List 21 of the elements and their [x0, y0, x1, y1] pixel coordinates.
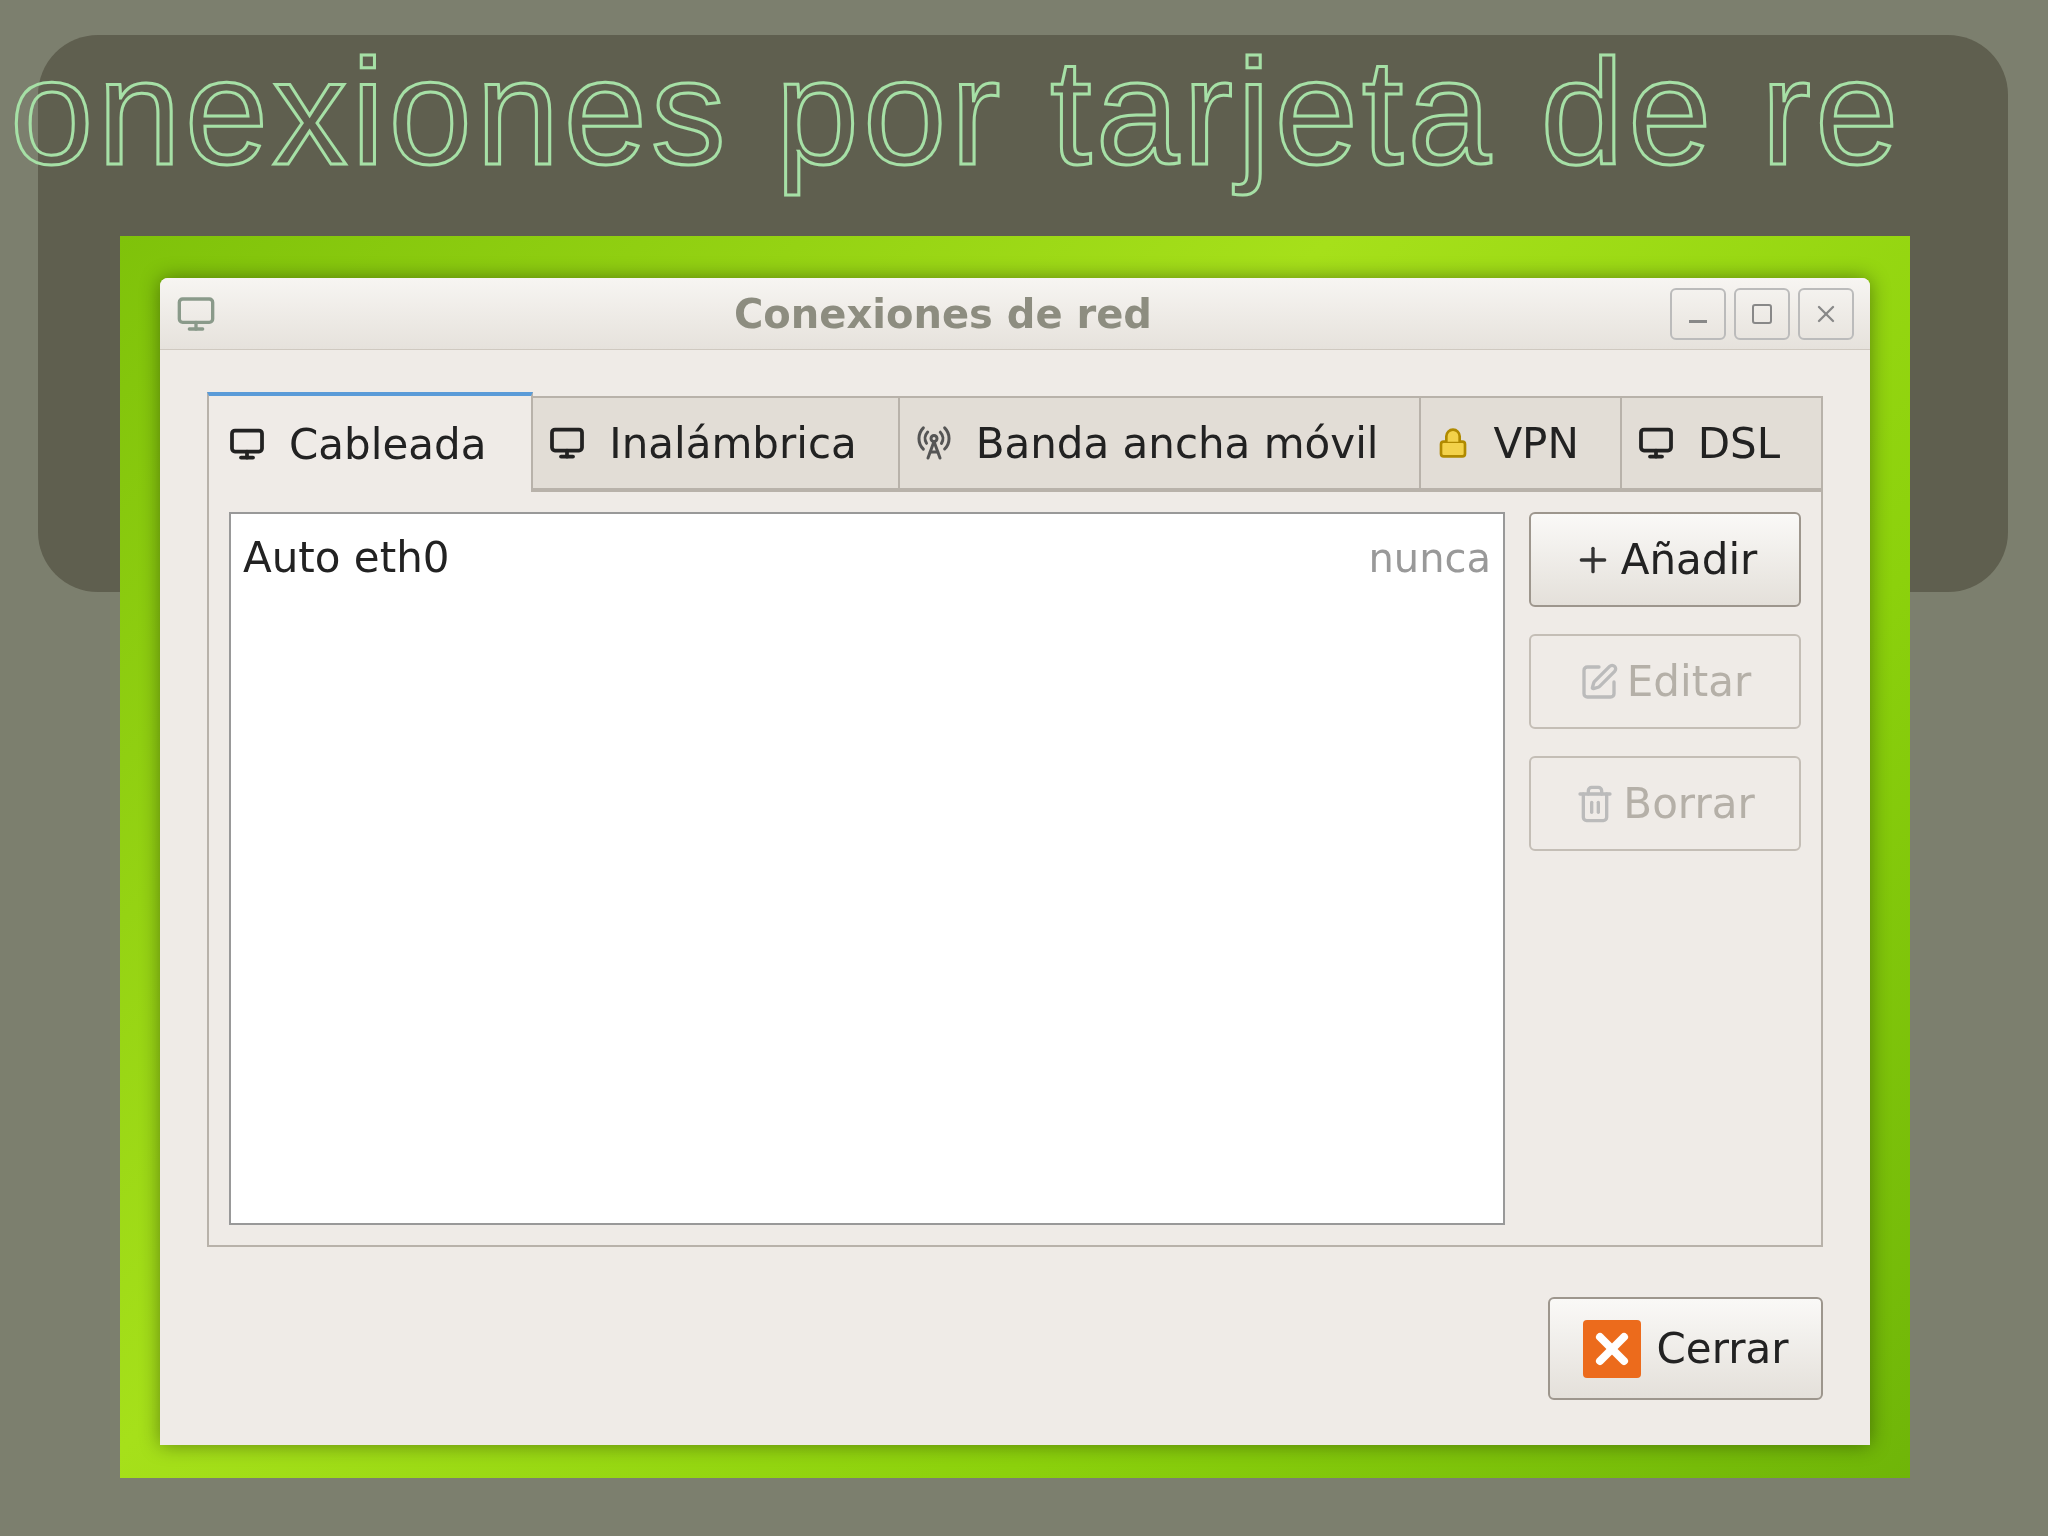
cerrar-button[interactable]: Cerrar [1548, 1297, 1823, 1400]
maximize-icon [1750, 301, 1774, 326]
antenna-icon [915, 425, 952, 461]
tab[interactable]: Banda ancha móvil [899, 396, 1422, 490]
tab[interactable]: DSL [1621, 396, 1824, 490]
monitor-icon [1637, 425, 1674, 461]
close-icon [1582, 1319, 1641, 1378]
tab[interactable]: Cableada [207, 392, 534, 492]
monitor-icon [549, 425, 586, 461]
last-used: nunca [1368, 533, 1491, 583]
maximize-button[interactable] [1734, 287, 1790, 340]
slide-title: onexiones por tarjeta de re [10, 30, 1903, 195]
tab[interactable]: VPN [1421, 396, 1622, 490]
minimize-button[interactable] [1670, 287, 1726, 340]
minimize-icon [1689, 320, 1707, 323]
action-button[interactable]: Añadir [1529, 512, 1801, 607]
connection-name[interactable]: Auto eth0 [243, 526, 450, 589]
close-button[interactable] [1798, 287, 1854, 340]
monitor-icon [229, 426, 265, 462]
window-title: Conexiones de red [733, 289, 1153, 339]
tab[interactable]: Inalámbrica [533, 396, 900, 490]
